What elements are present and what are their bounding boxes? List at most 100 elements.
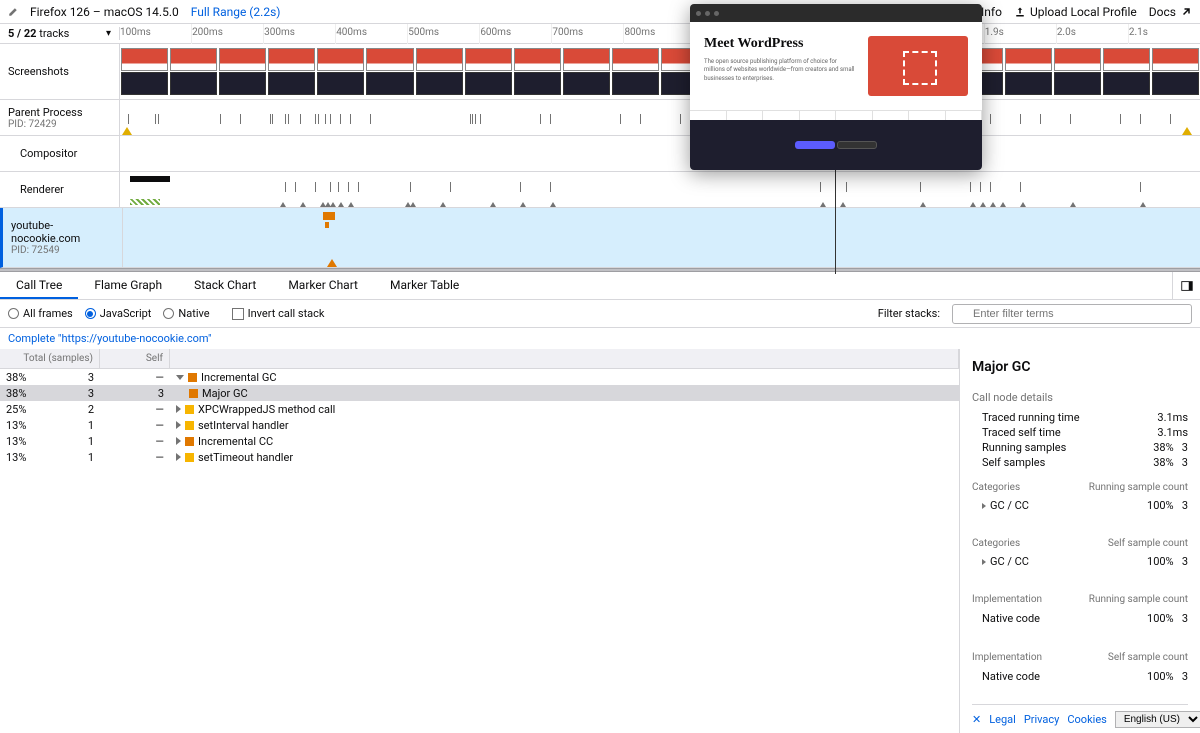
category-color-icon [189, 389, 198, 398]
status-text: Complete "https://youtube-nocookie.com" [0, 328, 1200, 349]
track-screenshots-label: Screenshots [8, 65, 111, 78]
ruler-tick: 300ms [263, 24, 335, 44]
close-icon[interactable]: ✕ [972, 713, 981, 726]
tab-flame-graph[interactable]: Flame Graph [78, 272, 178, 299]
chevron-right-icon [176, 437, 181, 445]
filter-native[interactable]: Native [163, 307, 209, 320]
screenshot-preview: Meet WordPress The open source publishin… [690, 4, 982, 170]
ruler-tick: 600ms [479, 24, 551, 44]
screenshot-thumb[interactable] [562, 48, 611, 95]
filter-javascript[interactable]: JavaScript [85, 307, 152, 320]
ruler-tick: 100ms [120, 24, 191, 44]
tree-row[interactable]: 13%1—setInterval handler [0, 417, 959, 433]
tab-marker-chart[interactable]: Marker Chart [272, 272, 374, 299]
category-color-icon [185, 421, 194, 430]
screenshot-thumb[interactable] [316, 48, 365, 95]
chevron-down-icon [176, 375, 184, 380]
track-screenshots[interactable] [120, 44, 1200, 99]
screenshot-thumb[interactable] [611, 48, 660, 95]
chevron-right-icon [982, 503, 986, 509]
time-ruler[interactable]: 100ms200ms300ms400ms500ms600ms700ms800ms… [120, 24, 1200, 44]
tree-row[interactable]: 38%33Major GC [0, 385, 959, 401]
category-color-icon [188, 373, 197, 382]
profile-title: Firefox 126 – macOS 14.5.0 [30, 5, 179, 19]
tree-row[interactable]: 38%3—Incremental GC [0, 369, 959, 385]
edit-icon [8, 7, 18, 17]
track-renderer-label: Renderer [20, 183, 111, 196]
tracks-toggle[interactable]: 5 / 22 tracks ▾ [0, 27, 120, 40]
ruler-tick: 500ms [407, 24, 479, 44]
filter-all-frames[interactable]: All frames [8, 307, 73, 320]
screenshot-thumb[interactable] [513, 48, 562, 95]
marker-flag-icon [122, 127, 132, 135]
detail-row: Self samples38% 3 [972, 455, 1188, 470]
category-gccc-running[interactable]: GC / CC100% 3 [972, 499, 1188, 512]
ruler-tick: 800ms [623, 24, 695, 44]
detail-row: Traced running time3.1ms [972, 410, 1188, 425]
ruler-tick: 1.9s [984, 24, 1056, 44]
external-link-icon [1180, 6, 1192, 18]
screenshot-thumb[interactable] [169, 48, 218, 95]
docs-button[interactable]: Docs [1149, 5, 1192, 19]
ruler-tick: 200ms [191, 24, 263, 44]
track-compositor[interactable] [120, 136, 1200, 171]
chevron-right-icon [176, 405, 181, 413]
screenshot-thumb[interactable] [1151, 48, 1200, 95]
track-parent-label: Parent Process [8, 106, 111, 119]
footer-cookies[interactable]: Cookies [1067, 713, 1106, 726]
tree-row[interactable]: 25%2—XPCWrappedJS method call [0, 401, 959, 417]
track-yt[interactable] [123, 208, 1200, 267]
ruler-tick: 2.0s [1056, 24, 1128, 44]
marker-flag-icon [327, 259, 337, 267]
tab-call-tree[interactable]: Call Tree [0, 272, 78, 299]
sidebar-toggle[interactable] [1172, 272, 1200, 299]
tab-stack-chart[interactable]: Stack Chart [178, 272, 272, 299]
col-total[interactable]: Total (samples) [0, 349, 100, 368]
chevron-down-icon: ▾ [106, 28, 111, 39]
ruler-tick: 2.1s [1128, 24, 1200, 44]
footer-legal[interactable]: Legal [989, 713, 1016, 726]
track-yt-pid: PID: 72549 [11, 245, 114, 256]
track-renderer[interactable] [120, 172, 1200, 207]
category-color-icon [185, 437, 194, 446]
chevron-right-icon [176, 453, 181, 461]
screenshot-thumb[interactable] [365, 48, 414, 95]
category-gccc-self[interactable]: GC / CC100% 3 [972, 555, 1188, 568]
category-color-icon [185, 453, 194, 462]
screenshot-thumb[interactable] [267, 48, 316, 95]
upload-button[interactable]: Upload Local Profile [1014, 5, 1137, 19]
filter-invert[interactable]: Invert call stack [232, 307, 325, 320]
ruler-tick: 400ms [335, 24, 407, 44]
track-parent[interactable] [120, 100, 1200, 135]
filter-stacks-label: Filter stacks: [878, 307, 940, 320]
marker-flag-icon [1182, 127, 1192, 135]
panel-icon [1180, 279, 1194, 293]
screenshot-thumb[interactable] [1004, 48, 1053, 95]
col-self[interactable]: Self [100, 349, 170, 368]
screenshot-thumb[interactable] [218, 48, 267, 95]
language-select[interactable]: English (US) [1115, 711, 1200, 728]
tree-row[interactable]: 13%1—Incremental CC [0, 433, 959, 449]
detail-row: Running samples38% 3 [972, 440, 1188, 455]
screenshot-thumb[interactable] [1102, 48, 1151, 95]
screenshot-thumb[interactable] [415, 48, 464, 95]
range-link[interactable]: Full Range (2.2s) [191, 5, 281, 19]
sidebar-section-details: Call node details [972, 391, 1188, 404]
filter-input[interactable] [952, 304, 1192, 324]
upload-icon [1014, 6, 1026, 18]
screenshot-thumb[interactable] [120, 48, 169, 95]
track-yt-label: youtube-nocookie.com [11, 219, 114, 245]
ruler-tick: 700ms [551, 24, 623, 44]
tab-marker-table[interactable]: Marker Table [374, 272, 475, 299]
screenshot-thumb[interactable] [464, 48, 513, 95]
track-parent-pid: PID: 72429 [8, 119, 111, 130]
detail-row: Traced self time3.1ms [972, 425, 1188, 440]
track-compositor-label: Compositor [20, 147, 111, 160]
category-color-icon [185, 405, 194, 414]
chevron-right-icon [982, 559, 986, 565]
screenshot-thumb[interactable] [1053, 48, 1102, 95]
chevron-right-icon [176, 421, 181, 429]
tree-row[interactable]: 13%1—setTimeout handler [0, 449, 959, 465]
footer-privacy[interactable]: Privacy [1024, 713, 1060, 726]
sidebar-title: Major GC [972, 359, 1188, 375]
